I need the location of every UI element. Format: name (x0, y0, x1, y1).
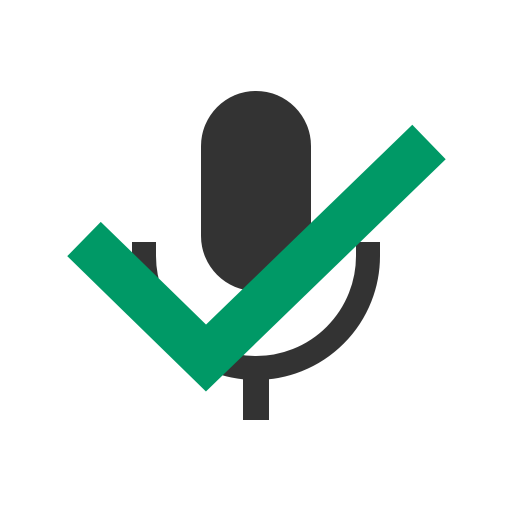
microphone-stand (243, 364, 269, 420)
icon-canvas (0, 0, 512, 512)
microphone-check-icon (67, 91, 446, 420)
